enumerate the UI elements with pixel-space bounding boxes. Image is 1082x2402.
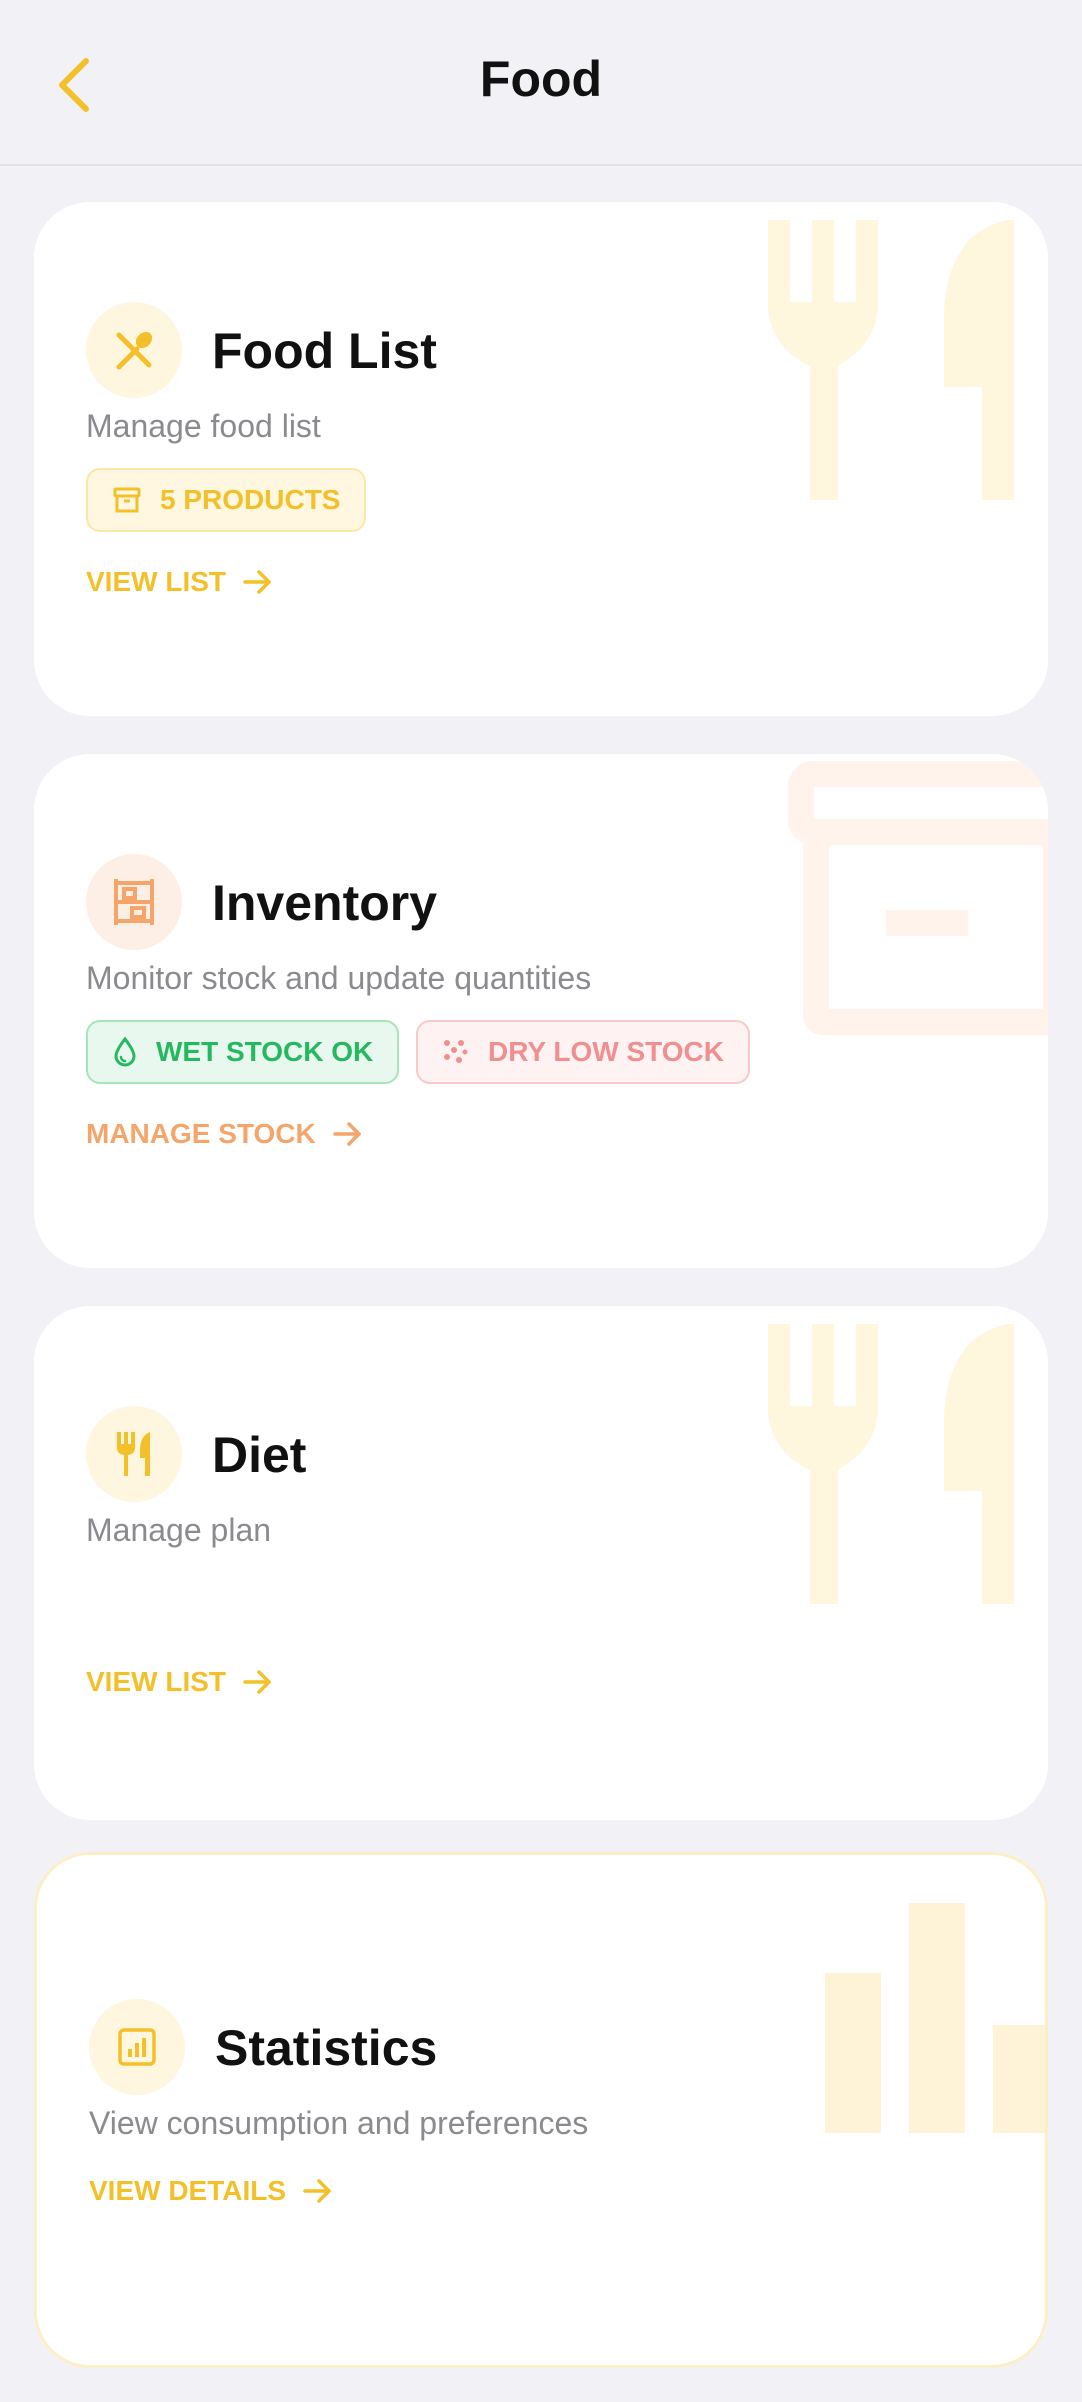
card-subtitle: Monitor stock and update quantities [86,960,592,996]
fork-knife-icon [117,1432,150,1476]
chip-label: DRY LOW STOCK [488,1036,724,1067]
view-list-link[interactable]: VIEW LIST [86,1666,274,1698]
products-count-badge: 5 PRODUCTS [86,468,367,532]
statistics-icon-badge [89,1999,185,2095]
card-title: Inventory [212,875,438,931]
statistics-card[interactable]: Statistics View consumption and preferen… [34,1852,1048,2368]
card-subtitle: View consumption and preferences [89,2105,589,2141]
dry-stock-badge: DRY LOW STOCK [416,1020,750,1084]
fork-spoon-icon [116,331,153,370]
action-label: VIEW DETAILS [89,2175,287,2206]
card-title: Statistics [215,2020,438,2076]
manage-stock-link[interactable]: MANAGE STOCK [86,1118,364,1150]
wet-stock-badge: WET STOCK OK [86,1020,400,1084]
arrow-right-icon [303,2179,331,2203]
diet-card[interactable]: Diet Manage plan VIEW LIST [34,1306,1048,1820]
page-title: Food [479,51,603,107]
view-list-link[interactable]: VIEW LIST [86,566,274,598]
drop-icon [114,1036,136,1067]
diet-icon-badge [86,1406,182,1502]
inventory-card[interactable]: Inventory Monitor stock and update quant… [34,754,1048,1268]
bar-chart-icon [118,2028,156,2066]
card-title: Diet [212,1427,307,1483]
action-label: MANAGE STOCK [86,1118,316,1149]
box-watermark-icon [788,761,1048,1035]
inventory-icon-badge [86,854,182,950]
fork-knife-watermark-icon [768,220,1014,500]
food-list-card[interactable]: Food List Manage food list 5 PRODUCTS VI… [34,202,1048,716]
view-details-link[interactable]: VIEW DETAILS [89,2175,334,2207]
top-bar: Food [0,0,1082,166]
arrow-right-icon [332,1122,361,1146]
arrow-right-icon [243,570,271,594]
action-label: VIEW LIST [86,566,226,597]
food-list-icon-badge [86,302,182,398]
fork-knife-watermark-icon [768,1324,1014,1604]
card-subtitle: Manage plan [86,1512,272,1548]
chip-label: WET STOCK OK [156,1036,374,1067]
bar-chart-watermark-icon [825,1903,1045,2133]
action-label: VIEW LIST [86,1666,226,1697]
chip-label: 5 PRODUCTS [160,484,341,515]
card-subtitle: Manage food list [86,408,321,444]
arrow-right-icon [243,1670,271,1694]
shelves-icon [114,879,154,925]
grain-icon [444,1040,468,1063]
box-icon [113,487,141,513]
card-title: Food List [212,323,437,379]
